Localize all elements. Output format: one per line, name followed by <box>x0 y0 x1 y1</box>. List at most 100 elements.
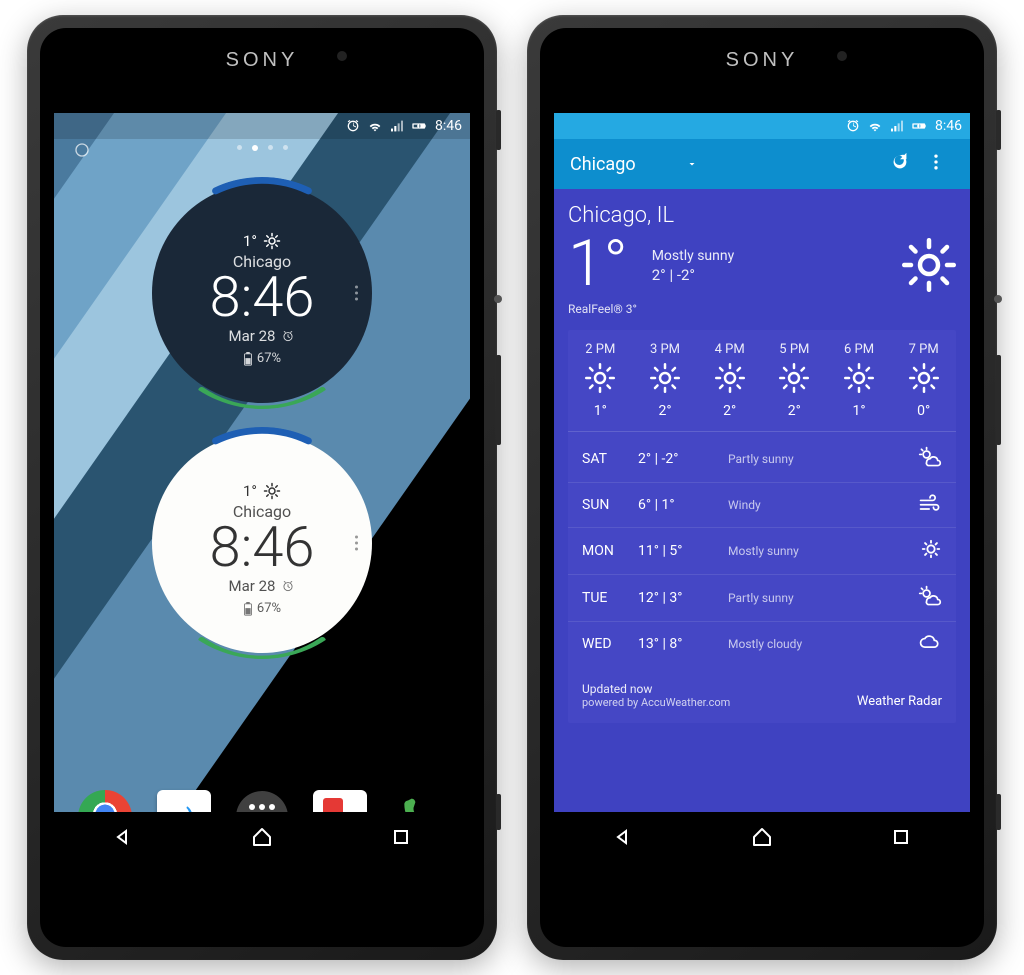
recents-button[interactable] <box>889 825 913 849</box>
side-button <box>496 110 501 150</box>
widget-battery: 67% <box>257 351 281 366</box>
google-now-icon[interactable] <box>74 142 90 158</box>
weather-toolbar: Chicago <box>554 139 970 189</box>
day-name: SUN <box>582 497 638 513</box>
day-name: MON <box>582 543 638 559</box>
hourly-item: 5 PM 2° <box>762 342 827 419</box>
hour-label: 4 PM <box>697 342 762 357</box>
widget-city: Chicago <box>233 252 291 271</box>
volume-rocker <box>496 355 501 445</box>
city-selector[interactable]: Chicago <box>570 154 698 175</box>
day-icon <box>912 585 942 611</box>
hourly-item: 2 PM 1° <box>568 342 633 419</box>
day-name: TUE <box>582 590 638 606</box>
power-button <box>494 295 502 303</box>
widget-temp: 1° <box>243 232 257 250</box>
phone-right: SONY 8:46 Chicago <box>527 15 997 960</box>
day-condition: Partly sunny <box>728 591 912 605</box>
day-temp: 13° | 8° <box>638 636 728 652</box>
page-indicator[interactable] <box>54 139 470 153</box>
sun-icon <box>902 238 956 292</box>
day-icon <box>912 538 942 564</box>
navigation-bar <box>54 812 470 862</box>
daily-row: WED13° | 8°Mostly cloudy <box>568 622 956 666</box>
refresh-button[interactable] <box>882 151 918 177</box>
wifi-icon <box>367 118 383 134</box>
power-button <box>994 295 1002 303</box>
front-camera <box>337 51 347 61</box>
current-temp: 1° <box>568 232 628 296</box>
front-camera <box>837 51 847 61</box>
back-button[interactable] <box>111 825 135 849</box>
widget-battery: 67% <box>257 601 281 616</box>
daily-forecast[interactable]: SAT2° | -2°Partly sunnySUN6° | 1°WindyMO… <box>568 432 956 670</box>
hour-label: 5 PM <box>762 342 827 357</box>
sun-icon <box>263 232 281 250</box>
day-name: WED <box>582 636 638 652</box>
hourly-item: 6 PM 1° <box>827 342 892 419</box>
dropdown-icon <box>686 158 698 170</box>
hour-label: 2 PM <box>568 342 633 357</box>
status-time: 8:46 <box>935 118 962 134</box>
hourly-item: 7 PM 0° <box>891 342 956 419</box>
battery-icon <box>411 118 427 134</box>
sun-icon <box>263 482 281 500</box>
hour-temp: 1° <box>827 403 892 419</box>
brand-logo: SONY <box>726 49 799 72</box>
hour-temp: 2° <box>762 403 827 419</box>
volume-rocker <box>996 355 1001 445</box>
brand-logo: SONY <box>226 49 299 72</box>
hour-temp: 0° <box>891 403 956 419</box>
day-condition: Windy <box>728 498 912 512</box>
overflow-button[interactable] <box>918 152 954 176</box>
clock-widget-light[interactable]: 1° Chicago 8:46 Mar 28 67% <box>152 433 372 653</box>
alarm-icon <box>345 118 361 134</box>
daily-row: MON11° | 5°Mostly sunny <box>568 528 956 575</box>
status-time: 8:46 <box>435 118 462 134</box>
alarm-icon <box>845 118 861 134</box>
widget-temp: 1° <box>243 482 257 500</box>
widget-city: Chicago <box>233 502 291 521</box>
day-temp: 12° | 3° <box>638 590 728 606</box>
battery-icon <box>243 602 253 616</box>
alarm-icon <box>281 329 295 343</box>
home-button[interactable] <box>250 825 274 849</box>
day-condition: Mostly sunny <box>728 544 912 558</box>
home-button[interactable] <box>750 825 774 849</box>
navigation-bar <box>554 812 970 862</box>
powered-by: powered by AccuWeather.com <box>582 696 730 709</box>
day-condition: Partly sunny <box>728 452 912 466</box>
hourly-item: 3 PM2° <box>633 342 698 419</box>
status-bar: 8:46 <box>554 113 970 139</box>
updated-label: Updated now <box>582 682 730 696</box>
day-temp: 11° | 5° <box>638 543 728 559</box>
alarm-icon <box>281 579 295 593</box>
hour-label: 6 PM <box>827 342 892 357</box>
widget-time: 8:46 <box>210 269 315 325</box>
selected-city: Chicago <box>570 154 636 175</box>
daily-row: TUE12° | 3°Partly sunny <box>568 575 956 622</box>
hourly-forecast[interactable]: 2 PM1°3 PM2°4 PM2°5 PM2°6 PM1°7 PM0° <box>568 330 956 432</box>
day-temp: 2° | -2° <box>638 451 728 467</box>
recents-button[interactable] <box>389 825 413 849</box>
battery-icon <box>911 118 927 134</box>
daily-row: SAT2° | -2°Partly sunny <box>568 436 956 483</box>
battery-icon <box>243 352 253 366</box>
hour-label: 7 PM <box>891 342 956 357</box>
current-weather: 1° Mostly sunny 2° | -2° <box>568 232 956 296</box>
clock-widget-dark[interactable]: 1° Chicago 8:46 Mar 28 67% <box>152 183 372 403</box>
camera-button <box>496 794 501 830</box>
hourly-item: 4 PM2° <box>697 342 762 419</box>
current-hilo: 2° | -2° <box>652 266 735 284</box>
hour-temp: 1° <box>568 403 633 419</box>
day-name: SAT <box>582 451 638 467</box>
day-icon <box>912 493 942 517</box>
daily-row: SUN6° | 1°Windy <box>568 483 956 528</box>
camera-button <box>996 794 1001 830</box>
back-button[interactable] <box>611 825 635 849</box>
wifi-icon <box>867 118 883 134</box>
signal-icon <box>889 118 905 134</box>
weather-app-screen: 8:46 Chicago Chicago, IL <box>554 113 970 862</box>
day-condition: Mostly cloudy <box>728 637 912 651</box>
weather-radar-link[interactable]: Weather Radar <box>857 694 942 709</box>
